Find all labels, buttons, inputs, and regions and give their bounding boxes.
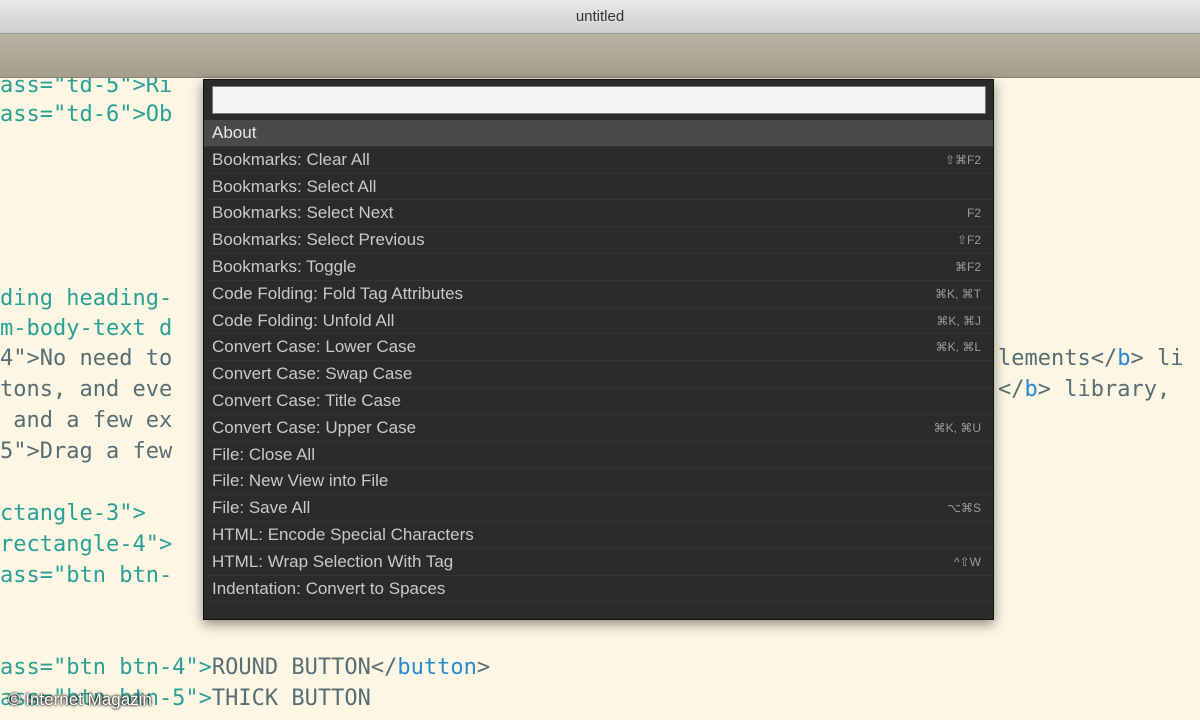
code-line: ass="td-5">Ri [0,78,172,101]
command-shortcut: ⌘F2 [954,259,981,274]
command-label: File: New View into File [212,471,389,491]
command-label: Bookmarks: Clear All [212,149,370,169]
code-line: </b> library, [998,375,1170,405]
command-palette-item[interactable]: File: New View into File [204,468,993,496]
code-token: > library, [1037,377,1171,402]
code-token: </ [370,655,398,680]
copyright-watermark: © Internet Magazin [8,690,152,709]
code-line: ass="td-6">Ob [0,100,172,130]
code-token: b [1024,377,1038,402]
command-palette-list: About Bookmarks: Clear All ⇧⌘F2 Bookmarks: … [204,120,993,603]
command-palette-item[interactable]: Convert Case: Lower Case ⌘K, ⌘L [204,334,993,362]
command-palette-item[interactable]: Bookmarks: Clear All ⇧⌘F2 [204,147,993,174]
command-palette-item[interactable]: HTML: Encode Special Characters [204,522,993,549]
command-label: Convert Case: Swap Case [212,364,413,384]
command-shortcut: ⇧F2 [956,233,981,248]
command-label: Bookmarks: Toggle [212,256,357,276]
command-shortcut: ⌘K, ⌘L [935,340,981,355]
command-label: Bookmarks: Select Previous [212,230,425,250]
code-line: ding heading- [0,284,172,314]
command-label: Bookmarks: Select All [212,176,377,196]
tab-bar [0,34,1200,78]
code-token: 5">Drag a few [0,439,173,464]
command-palette-item[interactable]: Convert Case: Swap Case [204,361,993,388]
command-shortcut: ^⇧W [953,554,981,569]
code-token: button [397,655,477,680]
command-palette-item[interactable]: Bookmarks: Select Next F2 [204,200,993,228]
command-label: Indentation: Convert to Spaces [212,578,446,598]
command-palette-item[interactable]: Indentation: Convert to Spaces [204,576,993,603]
command-shortcut: ⌘K, ⌘U [933,420,981,435]
code-line: ass="btn btn- [0,561,172,591]
code-token: 4">No need to [0,346,173,371]
code-token: > [476,655,491,680]
code-line: ctangle-3"> [0,499,146,529]
command-shortcut: ⌘K, ⌘T [934,286,981,301]
code-token: > li [1130,346,1184,371]
code-line: 5">Drag a few [0,437,172,467]
command-palette-item[interactable]: Code Folding: Unfold All ⌘K, ⌘J [204,308,993,335]
code-token: rectangle-4"> [0,532,173,557]
code-token: tons, and eve [0,377,173,402]
command-palette-item[interactable]: Convert Case: Upper Case ⌘K, ⌘U [204,415,993,442]
command-palette-item[interactable]: Bookmarks: Select All [204,174,993,201]
command-label: Convert Case: Title Case [212,390,401,410]
command-palette: About Bookmarks: Clear All ⇧⌘F2 Bookmarks: … [203,79,994,620]
command-palette-item[interactable]: Convert Case: Title Case [204,388,993,415]
command-label: HTML: Wrap Selection With Tag [212,551,454,571]
command-shortcut: F2 [966,206,981,221]
command-palette-item[interactable]: Bookmarks: Toggle ⌘F2 [204,254,993,281]
code-token: THICK BUTTON [211,686,371,711]
code-token: ctangle-3"> [0,501,146,526]
code-token: </ [998,377,1025,402]
command-palette-item[interactable]: File: Close All [204,442,993,469]
command-label: Code Folding: Unfold All [212,310,395,330]
code-line: lements</b> li [998,344,1183,374]
code-token: ass="btn btn-4"> [0,655,212,680]
code-token: and a few ex [0,408,173,433]
command-palette-item[interactable]: About [204,120,993,147]
code-line: ass="btn btn-4">ROUND BUTTON</button> [0,653,490,683]
command-label: Bookmarks: Select Next [212,203,394,223]
code-line: tons, and eve [0,375,172,405]
command-label: HTML: Encode Special Characters [212,524,474,544]
command-label: Convert Case: Upper Case [212,417,417,437]
code-line: m-body-text d [0,314,172,344]
code-line: 4">No need to [0,344,172,374]
command-palette-item[interactable]: HTML: Wrap Selection With Tag ^⇧W [204,549,993,576]
command-palette-input[interactable] [212,86,986,114]
command-label: File: Save All [212,498,311,518]
code-token: lements</ [998,346,1118,371]
command-label: File: Close All [212,444,315,464]
window-title: untitled [575,8,625,25]
code-line: rectangle-4"> [0,530,172,560]
command-palette-item[interactable]: File: Save All ⌥⌘S [204,495,993,522]
command-label: Code Folding: Fold Tag Attributes [212,283,464,303]
command-palette-item[interactable]: Bookmarks: Select Previous ⇧F2 [204,227,993,254]
code-token: m-body-text d [0,316,173,341]
command-label: About [212,123,257,142]
code-token: ass="td-6">Ob [0,102,173,127]
code-token: ass="td-5">Ri [0,78,173,98]
code-token: b [1117,346,1131,371]
code-token: ass="btn btn- [0,563,173,588]
command-shortcut: ⌥⌘S [947,501,981,516]
command-shortcut: ⌘K, ⌘J [936,313,981,328]
code-token: ding heading- [0,286,173,311]
code-token: ROUND BUTTON [211,655,371,680]
command-shortcut: ⇧⌘F2 [944,152,981,167]
code-line: and a few ex [0,406,172,436]
command-palette-item[interactable]: Code Folding: Fold Tag Attributes ⌘K, ⌘T [204,281,993,308]
window-title-bar: untitled [0,0,1200,34]
command-label: Convert Case: Lower Case [212,337,417,357]
